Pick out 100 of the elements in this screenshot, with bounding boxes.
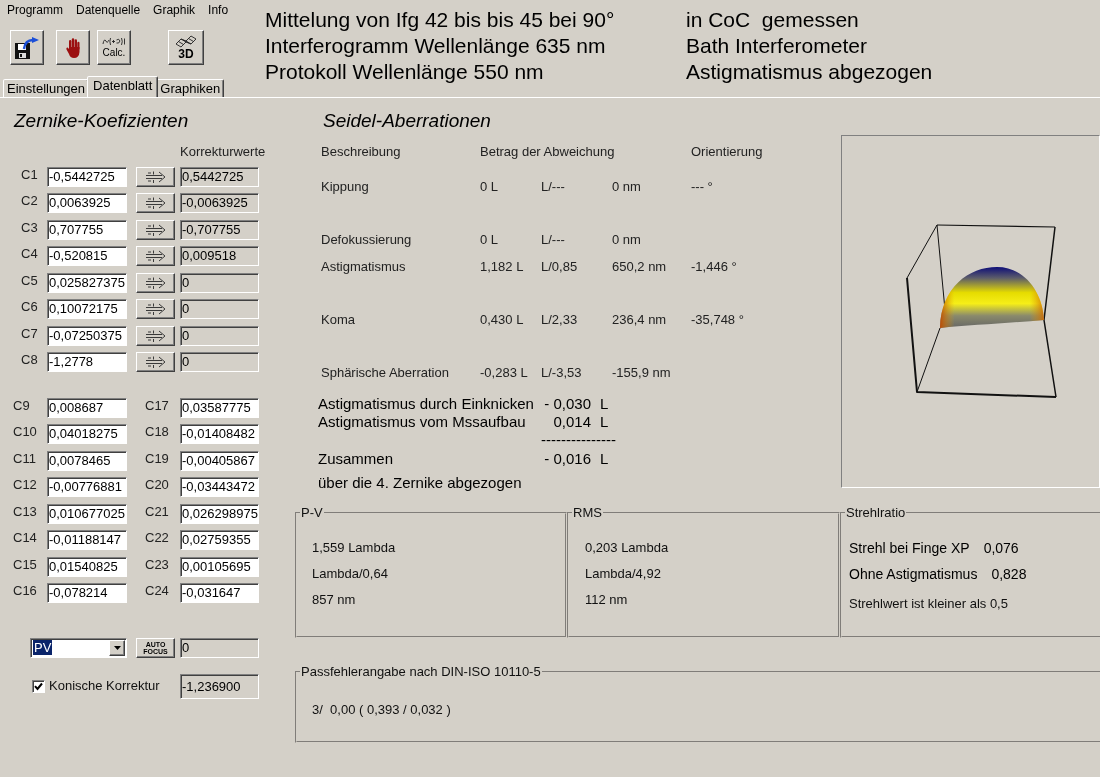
- coefficient-label: C4: [21, 246, 38, 262]
- coefficient-field[interactable]: -0,5442725: [47, 166, 127, 187]
- coefficient-field[interactable]: -0,078214: [47, 583, 127, 603]
- transfer-button[interactable]: [136, 219, 175, 240]
- coefficient-label: C23: [145, 556, 169, 573]
- coefficient-field[interactable]: 0,00105695: [180, 556, 259, 577]
- table-cell: -0,283 L: [480, 364, 528, 381]
- column-header: Beschreibung: [321, 144, 401, 160]
- table-cell: L/2,33: [541, 311, 578, 328]
- conic-field: -1,236900: [180, 673, 259, 699]
- coefficient-label: C15: [13, 556, 37, 573]
- surface-icon: [175, 35, 197, 48]
- coefficient-label: C6: [21, 299, 38, 315]
- arrow-icon: [144, 356, 167, 368]
- coefficient-field[interactable]: 0,10072175: [47, 299, 127, 319]
- table-cell: --- °: [691, 179, 713, 195]
- transfer-button[interactable]: [136, 166, 175, 187]
- transfer-button[interactable]: [136, 352, 175, 372]
- transfer-button[interactable]: [136, 272, 175, 293]
- table-cell: L/---: [541, 232, 565, 248]
- table-cell: L/-3,53: [541, 364, 582, 381]
- unit-label: L: [600, 395, 609, 413]
- coefficient-field[interactable]: 0,0078465: [47, 450, 127, 471]
- coefficient-field[interactable]: -0,03443472: [180, 477, 259, 497]
- coefficient-field[interactable]: 0,02759355: [180, 530, 259, 550]
- coefficient-label: C21: [145, 503, 169, 520]
- tab[interactable]: Einstellungen: [3, 79, 90, 97]
- transfer-button[interactable]: [136, 325, 175, 346]
- value-text: 857 nm: [312, 591, 356, 609]
- separator-text: ---------------: [541, 431, 616, 449]
- coefficient-field[interactable]: 0,04018275: [47, 424, 127, 444]
- row-label: Defokussierung: [321, 232, 412, 248]
- summary-note: über die 4. Zernike abgezogen: [318, 474, 522, 492]
- transfer-button[interactable]: [136, 246, 175, 266]
- caret-icon: [113, 645, 121, 650]
- coefficient-field[interactable]: -0,031647: [180, 583, 259, 603]
- table-cell: -155,9 nm: [612, 364, 671, 381]
- arrow-icon: [144, 197, 167, 209]
- coefficient-field[interactable]: 0,707755: [47, 219, 127, 240]
- hand-button[interactable]: [56, 30, 90, 65]
- arrow-icon: [144, 303, 167, 315]
- coefficient-label: C19: [145, 450, 169, 467]
- coefficient-field[interactable]: 0,025827375: [47, 272, 127, 293]
- menu-item[interactable]: Graphik: [147, 2, 202, 18]
- coefficient-field[interactable]: 0,026298975: [180, 503, 259, 524]
- checkbox-label: Konische Korrektur: [49, 678, 160, 694]
- coefficient-field[interactable]: -0,520815: [47, 246, 127, 266]
- coefficient-field[interactable]: -0,01408482: [180, 424, 259, 444]
- save-button[interactable]: [10, 30, 44, 65]
- view-3d-button[interactable]: 3D: [168, 30, 204, 65]
- checkbox[interactable]: [32, 679, 45, 693]
- transfer-button[interactable]: [136, 299, 175, 319]
- coefficient-label: C16: [13, 583, 37, 599]
- row-label: Sphärische Aberration: [321, 364, 449, 381]
- summary-label: Astigmatismus vom Mssaufbau: [318, 413, 526, 431]
- coefficient-label: C13: [13, 503, 37, 520]
- coefficient-field[interactable]: -0,00776881: [47, 477, 127, 497]
- header-text: Interferogramm Wellenlänge 635 nm: [265, 33, 606, 59]
- coefficient-label: C8: [21, 352, 38, 368]
- summary-value: - 0,030: [544, 395, 591, 413]
- table-cell: 0 nm: [612, 179, 641, 195]
- coefficient-field[interactable]: 0,03587775: [180, 397, 259, 418]
- coefficient-field[interactable]: 0,01540825: [47, 556, 127, 577]
- menu-item[interactable]: Datenquelle: [70, 2, 147, 18]
- formula-icon: [102, 37, 126, 46]
- table-cell: L/0,85: [541, 258, 578, 275]
- mode-dropdown[interactable]: PV: [30, 637, 127, 658]
- coefficient-label: C1: [21, 166, 38, 183]
- tab[interactable]: Graphiken: [156, 79, 225, 97]
- transfer-button[interactable]: [136, 193, 175, 213]
- coefficient-field[interactable]: 0,008687: [47, 397, 127, 418]
- calc-button[interactable]: Calc.: [97, 30, 131, 65]
- menu-item[interactable]: Info: [202, 2, 235, 18]
- tab[interactable]: Datenblatt: [87, 76, 159, 97]
- arrow-icon: [144, 250, 167, 262]
- coefficient-field[interactable]: -0,00405867: [180, 450, 259, 471]
- coefficient-field[interactable]: 0,010677025: [47, 503, 127, 524]
- tolerance-value: 3/ 0,00 ( 0,393 / 0,032 ): [312, 701, 451, 719]
- correction-field: -0,707755: [180, 219, 259, 240]
- arrow-icon: [144, 170, 167, 183]
- coefficient-label: C17: [145, 397, 169, 414]
- value-text: 112 nm: [585, 591, 628, 609]
- menu-item[interactable]: Programm: [1, 2, 69, 18]
- row-label: Astigmatismus: [321, 258, 406, 275]
- coefficient-label: C5: [21, 272, 38, 289]
- value-text: Lambda/0,64: [312, 565, 388, 583]
- coefficient-label: C12: [13, 477, 37, 493]
- coefficient-field[interactable]: 0,0063925: [47, 193, 127, 213]
- group-title: P-V: [300, 506, 324, 520]
- summary-label: Astigmatismus durch Einknicken: [318, 395, 534, 413]
- summary-value: 0,014: [553, 413, 591, 431]
- summary-value: - 0,016: [544, 450, 591, 468]
- unit-label: L: [600, 450, 609, 468]
- correction-field: 0,009518: [180, 246, 259, 266]
- header-text: Astigmatismus abgezogen: [686, 59, 933, 85]
- coefficient-label: C24: [145, 583, 169, 599]
- table-cell: 0,430 L: [480, 311, 524, 328]
- coefficient-field[interactable]: -0,07250375: [47, 325, 127, 346]
- coefficient-field[interactable]: -0,01188147: [47, 530, 127, 550]
- coefficient-field[interactable]: -1,2778: [47, 352, 127, 372]
